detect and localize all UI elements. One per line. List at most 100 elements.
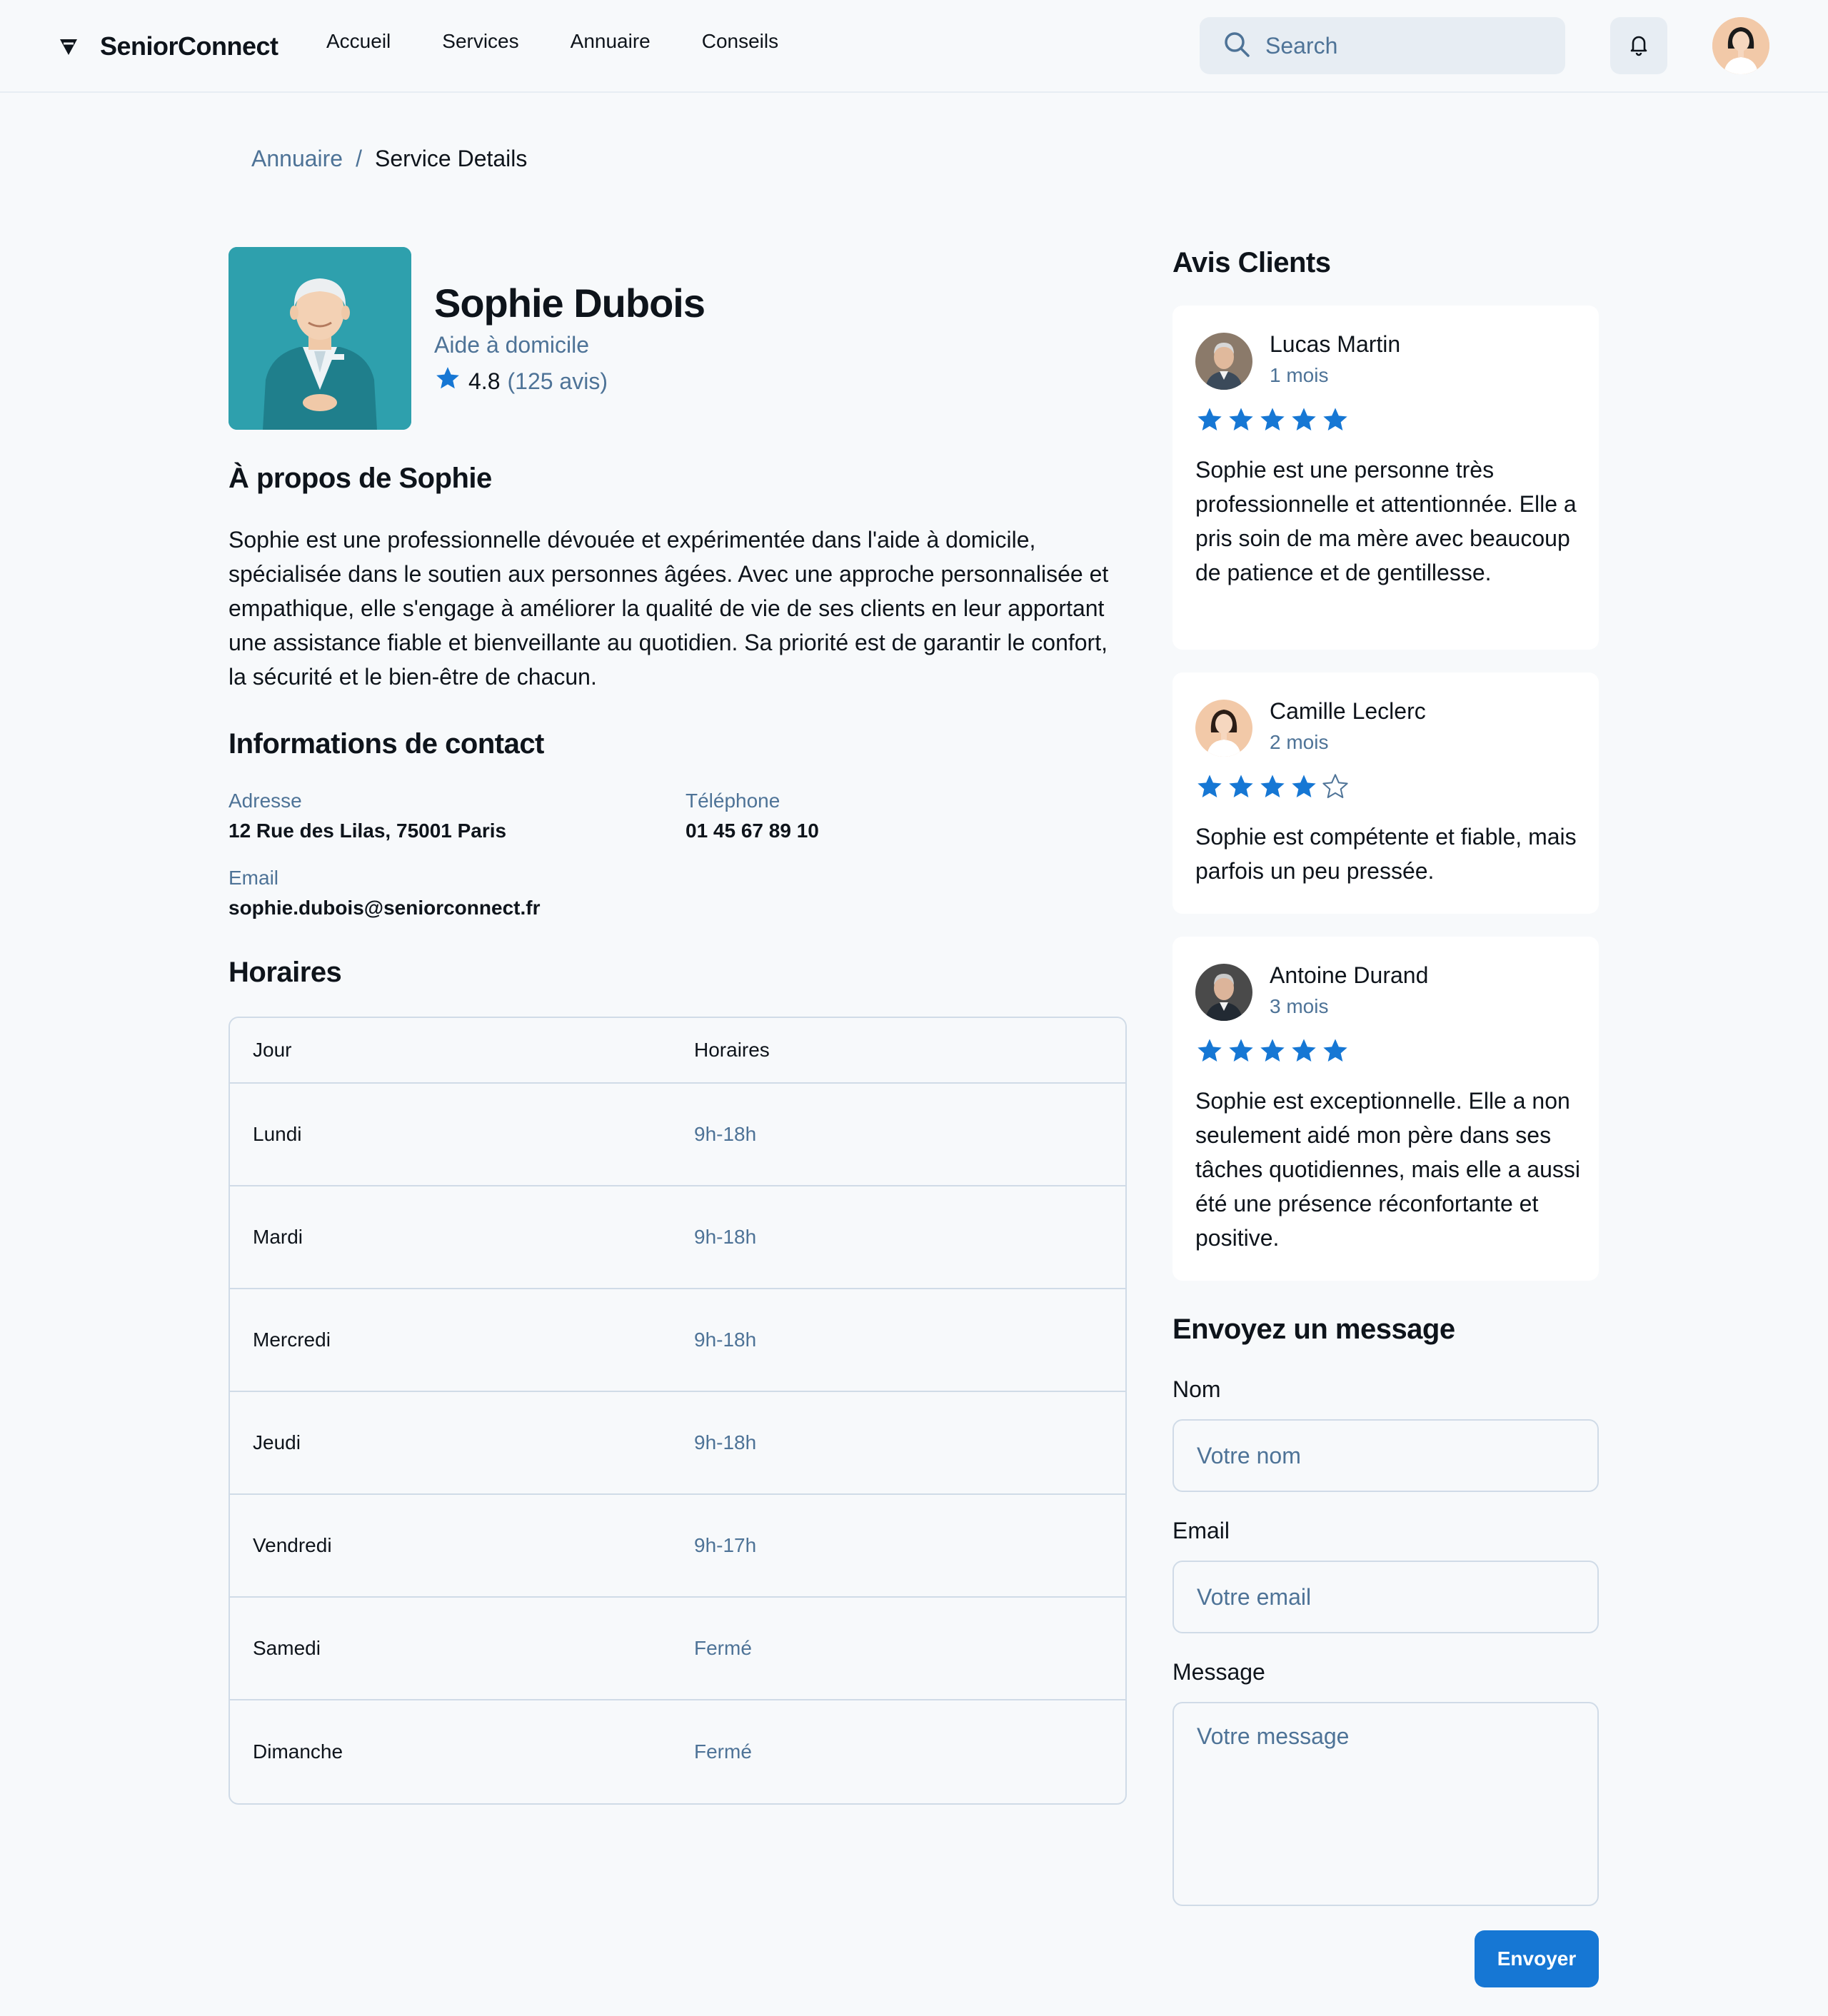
reviewer-avatar <box>1195 333 1252 390</box>
star-filled-icon <box>1290 772 1318 805</box>
about-title: À propos de Sophie <box>228 463 492 494</box>
hours-table: Jour Horaires Lundi 9h-18h Mardi 9h-18h … <box>228 1017 1127 1805</box>
star-filled-icon <box>1227 1037 1255 1069</box>
table-row: Mardi 9h-18h <box>230 1186 1125 1289</box>
search-icon <box>1222 30 1251 62</box>
breadcrumb-current: Service Details <box>374 146 528 171</box>
day-cell: Vendredi <box>253 1534 332 1556</box>
hours-cell: 9h-18h <box>694 1123 757 1145</box>
hours-cell: 9h-18h <box>694 1226 757 1248</box>
message-label: Message <box>1172 1659 1265 1685</box>
star-filled-icon <box>1290 405 1318 438</box>
review-text: Sophie est exceptionnelle. Elle a non se… <box>1195 1088 1580 1251</box>
profile-rating: 4.8 (125 avis) <box>434 365 608 398</box>
day-cell: Samedi <box>253 1637 321 1659</box>
top-navbar: SeniorConnect Accueil Services Annuaire … <box>0 0 1828 93</box>
brand[interactable]: SeniorConnect <box>56 27 278 66</box>
profile-name: Sophie Dubois <box>434 281 705 326</box>
review-date: 3 mois <box>1270 995 1329 1017</box>
reviewer-avatar <box>1195 700 1252 757</box>
star-filled-icon <box>1227 405 1255 438</box>
day-cell: Dimanche <box>253 1740 343 1763</box>
hours-cell: Fermé <box>694 1637 752 1659</box>
hours-cell: 9h-17h <box>694 1534 757 1556</box>
send-button[interactable]: Envoyer <box>1475 1930 1599 1987</box>
logo-icon <box>56 34 81 59</box>
nav-conseils[interactable]: Conseils <box>702 30 778 53</box>
reviewer-name: Antoine Durand <box>1270 962 1429 988</box>
bell-icon <box>1627 32 1651 60</box>
review-text: Sophie est une personne très professionn… <box>1195 457 1577 585</box>
day-cell: Mardi <box>253 1226 303 1248</box>
message-form-title: Envoyez un message <box>1172 1314 1455 1345</box>
star-filled-icon <box>1290 1037 1318 1069</box>
star-filled-icon <box>1321 1037 1350 1069</box>
star-filled-icon <box>1227 772 1255 805</box>
table-header: Jour Horaires <box>230 1018 1125 1084</box>
hours-title: Horaires <box>228 957 342 988</box>
nav-annuaire[interactable]: Annuaire <box>571 30 651 53</box>
profile-photo <box>228 247 411 430</box>
message-textarea[interactable] <box>1172 1702 1599 1906</box>
address-label: Adresse <box>228 790 302 812</box>
notifications-button[interactable] <box>1610 17 1667 74</box>
star-empty-icon <box>1321 772 1350 805</box>
review-card: Antoine Durand 3 mois Sophie est excepti… <box>1172 937 1599 1281</box>
table-row: Jeudi 9h-18h <box>230 1392 1125 1495</box>
name-input[interactable] <box>1172 1419 1599 1492</box>
hours-cell: Fermé <box>694 1740 752 1763</box>
review-card: Lucas Martin 1 mois Sophie est une perso… <box>1172 306 1599 650</box>
table-row: Dimanche Fermé <box>230 1700 1125 1803</box>
contact-title: Informations de contact <box>228 728 544 760</box>
day-cell: Jeudi <box>253 1431 301 1453</box>
star-filled-icon <box>1258 405 1287 438</box>
about-text: Sophie est une professionnelle dévouée e… <box>228 527 1109 690</box>
hours-cell: 9h-18h <box>694 1329 757 1351</box>
profile-role: Aide à domicile <box>434 332 589 358</box>
star-filled-icon <box>1195 772 1224 805</box>
review-date: 2 mois <box>1270 731 1329 753</box>
breadcrumb-separator: / <box>356 146 362 171</box>
search-input[interactable] <box>1265 32 1537 59</box>
star-filled-icon <box>1258 772 1287 805</box>
search-bar[interactable] <box>1200 17 1565 74</box>
table-row: Vendredi 9h-17h <box>230 1495 1125 1598</box>
phone-value[interactable]: 01 45 67 89 10 <box>686 820 819 842</box>
phone-label: Téléphone <box>686 790 780 812</box>
table-row: Lundi 9h-18h <box>230 1084 1125 1186</box>
email-label: Email <box>228 867 279 889</box>
nav-accueil[interactable]: Accueil <box>326 30 391 53</box>
table-row: Samedi Fermé <box>230 1598 1125 1700</box>
main-nav: Accueil Services Annuaire Conseils <box>326 30 778 53</box>
star-filled-icon <box>1321 405 1350 438</box>
day-cell: Mercredi <box>253 1329 331 1351</box>
email-label-form: Email <box>1172 1518 1230 1543</box>
address-value: 12 Rue des Lilas, 75001 Paris <box>228 820 507 842</box>
star-filled-icon <box>1195 1037 1224 1069</box>
star-filled-icon <box>1195 405 1224 438</box>
breadcrumb-annuaire-link[interactable]: Annuaire <box>251 146 343 172</box>
review-card: Camille Leclerc 2 mois Sophie est compét… <box>1172 672 1599 914</box>
user-avatar[interactable] <box>1712 17 1769 74</box>
reviews-title: Avis Clients <box>1172 247 1331 278</box>
email-value[interactable]: sophie.dubois@seniorconnect.fr <box>228 897 540 919</box>
rating-count: (125 avis) <box>507 368 608 394</box>
reviewer-avatar <box>1195 964 1252 1021</box>
email-input[interactable] <box>1172 1561 1599 1633</box>
brand-name: SeniorConnect <box>100 31 278 61</box>
name-label: Nom <box>1172 1376 1221 1402</box>
review-stars <box>1195 772 1350 805</box>
review-stars <box>1195 405 1350 438</box>
rating-value: 4.8 <box>468 368 501 394</box>
table-row: Mercredi 9h-18h <box>230 1289 1125 1392</box>
breadcrumb: Annuaire / Service Details <box>251 146 527 172</box>
nav-services[interactable]: Services <box>442 30 518 53</box>
reviewer-name: Lucas Martin <box>1270 331 1401 357</box>
review-text: Sophie est compétente et fiable, mais pa… <box>1195 824 1577 884</box>
reviewer-name: Camille Leclerc <box>1270 698 1426 724</box>
column-header-day: Jour <box>253 1039 292 1061</box>
column-header-hours: Horaires <box>694 1039 770 1061</box>
review-stars <box>1195 1037 1350 1069</box>
star-icon <box>434 365 461 398</box>
hours-cell: 9h-18h <box>694 1431 757 1453</box>
